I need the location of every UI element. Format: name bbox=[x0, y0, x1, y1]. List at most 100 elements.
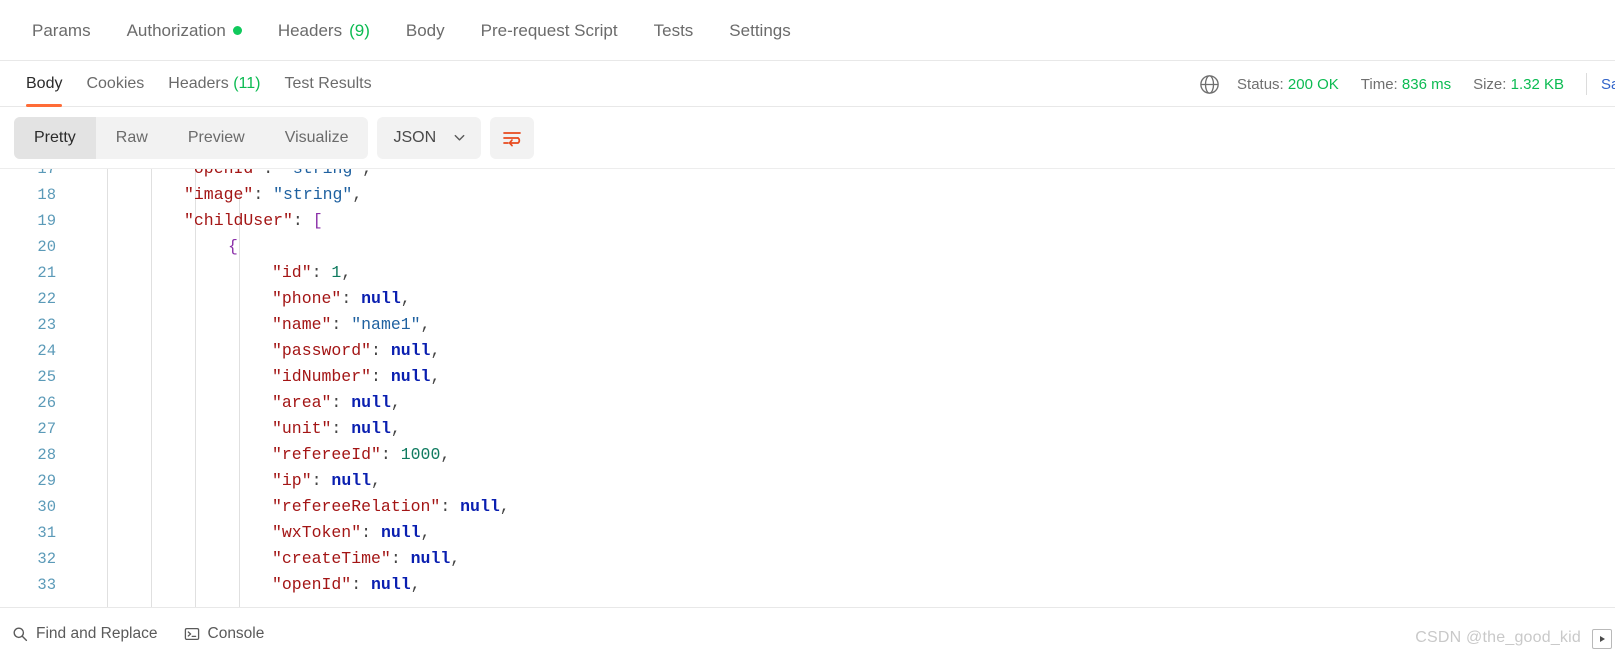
line-number: 33 bbox=[0, 576, 72, 594]
code-token: : bbox=[391, 549, 411, 568]
code-line-content: "area": null, bbox=[72, 390, 1615, 416]
time-value: 836 ms bbox=[1402, 76, 1451, 93]
code-token: "unit" bbox=[272, 419, 331, 438]
code-token: 1 bbox=[331, 263, 341, 282]
line-number: 23 bbox=[0, 316, 72, 334]
save-response-button[interactable]: Save Response bbox=[1601, 76, 1615, 93]
format-dropdown[interactable]: JSON bbox=[377, 117, 481, 159]
scroll-right-button[interactable] bbox=[1592, 629, 1612, 649]
code-token: : bbox=[381, 445, 401, 464]
request-tab-params[interactable]: Params bbox=[14, 0, 109, 60]
terminal-icon bbox=[184, 626, 200, 642]
code-line-content: "openId": "string", bbox=[72, 168, 1615, 182]
view-mode-visualize[interactable]: Visualize bbox=[265, 117, 369, 159]
line-number: 24 bbox=[0, 342, 72, 360]
view-mode-segmented-control: PrettyRawPreviewVisualize bbox=[14, 117, 368, 159]
response-body-code[interactable]: 17"openId": "string",18"image": "string"… bbox=[0, 168, 1615, 607]
code-token: , bbox=[421, 315, 431, 334]
code-token: null bbox=[361, 289, 401, 308]
divider bbox=[1586, 73, 1587, 95]
code-token: "childUser" bbox=[184, 211, 293, 230]
response-footer: Find and Replace Console CSDN @the_good_… bbox=[0, 607, 1615, 659]
code-line: 21"id": 1, bbox=[0, 260, 1615, 286]
postman-response-pane: ParamsAuthorizationHeaders(9)BodyPre-req… bbox=[0, 0, 1615, 659]
code-token: : bbox=[371, 367, 391, 386]
request-tab-body[interactable]: Body bbox=[388, 0, 463, 60]
request-tab-settings[interactable]: Settings bbox=[711, 0, 808, 60]
line-number: 18 bbox=[0, 186, 72, 204]
auth-active-dot-icon bbox=[233, 26, 242, 35]
code-token: , bbox=[362, 168, 372, 178]
code-line: 24"password": null, bbox=[0, 338, 1615, 364]
line-number: 22 bbox=[0, 290, 72, 308]
code-token: "refereeId" bbox=[272, 445, 381, 464]
line-number: 25 bbox=[0, 368, 72, 386]
code-token: : bbox=[331, 419, 351, 438]
code-line-content: "unit": null, bbox=[72, 416, 1615, 442]
code-token: , bbox=[341, 263, 351, 282]
response-size: Size: 1.32 KB bbox=[1473, 76, 1564, 93]
request-tab-label: Tests bbox=[654, 0, 694, 61]
line-number: 31 bbox=[0, 524, 72, 542]
code-line: 29"ip": null, bbox=[0, 468, 1615, 494]
response-tab-test-results[interactable]: Test Results bbox=[272, 61, 383, 107]
code-token: null bbox=[391, 367, 431, 386]
request-tab-label: Params bbox=[32, 0, 91, 61]
code-token: null bbox=[460, 497, 500, 516]
word-wrap-icon bbox=[501, 128, 523, 148]
code-line: 17"openId": "string", bbox=[0, 168, 1615, 182]
code-token: { bbox=[228, 237, 238, 256]
response-time: Time: 836 ms bbox=[1361, 76, 1451, 93]
code-token: "ip" bbox=[272, 471, 312, 490]
response-tab-body[interactable]: Body bbox=[14, 61, 74, 107]
wrap-line-button[interactable] bbox=[490, 117, 534, 159]
code-token: null bbox=[351, 393, 391, 412]
code-line-content: { bbox=[72, 234, 1615, 260]
status-code: Status: 200 OK bbox=[1237, 76, 1339, 93]
console-button[interactable]: Console bbox=[184, 625, 265, 643]
request-tab-headers[interactable]: Headers(9) bbox=[260, 0, 388, 60]
code-line: 18"image": "string", bbox=[0, 182, 1615, 208]
code-token: : bbox=[341, 289, 361, 308]
view-mode-preview[interactable]: Preview bbox=[168, 117, 265, 159]
status-label: Status: bbox=[1237, 76, 1284, 93]
request-tab-label: Authorization bbox=[127, 0, 226, 61]
code-line: 27"unit": null, bbox=[0, 416, 1615, 442]
code-token: "phone" bbox=[272, 289, 341, 308]
view-mode-pretty[interactable]: Pretty bbox=[14, 117, 96, 159]
response-tab-headers[interactable]: Headers (11) bbox=[156, 61, 272, 107]
code-line: 20{ bbox=[0, 234, 1615, 260]
code-token: "area" bbox=[272, 393, 331, 412]
code-token: null bbox=[391, 341, 431, 360]
code-token: : bbox=[331, 315, 351, 334]
code-line: 22"phone": null, bbox=[0, 286, 1615, 312]
response-body-toolbar: PrettyRawPreviewVisualize JSON bbox=[0, 107, 1615, 168]
code-line-content: "wxToken": null, bbox=[72, 520, 1615, 546]
code-line-content: "name": "name1", bbox=[72, 312, 1615, 338]
view-mode-raw[interactable]: Raw bbox=[96, 117, 168, 159]
format-dropdown-label: JSON bbox=[393, 129, 436, 147]
code-token: , bbox=[440, 445, 450, 464]
code-token: "string" bbox=[283, 168, 362, 178]
code-token: "name" bbox=[272, 315, 331, 334]
code-token: : bbox=[440, 497, 460, 516]
request-tab-pre-request-script[interactable]: Pre-request Script bbox=[463, 0, 636, 60]
request-tab-tests[interactable]: Tests bbox=[636, 0, 712, 60]
find-and-replace-button[interactable]: Find and Replace bbox=[12, 625, 158, 643]
response-tab-cookies[interactable]: Cookies bbox=[74, 61, 156, 107]
code-token: : bbox=[263, 168, 283, 178]
code-token: "idNumber" bbox=[272, 367, 371, 386]
code-line: 33"openId": null, bbox=[0, 572, 1615, 598]
time-label: Time: bbox=[1361, 76, 1398, 93]
code-line-content: "phone": null, bbox=[72, 286, 1615, 312]
code-token: : bbox=[371, 341, 391, 360]
code-token: , bbox=[391, 419, 401, 438]
code-token: , bbox=[430, 367, 440, 386]
request-tab-authorization[interactable]: Authorization bbox=[109, 0, 260, 60]
chevron-down-icon bbox=[452, 130, 467, 145]
request-tab-label: Headers bbox=[278, 0, 342, 61]
line-number: 17 bbox=[0, 168, 72, 178]
line-number: 26 bbox=[0, 394, 72, 412]
line-number: 27 bbox=[0, 420, 72, 438]
code-line-content: "idNumber": null, bbox=[72, 364, 1615, 390]
